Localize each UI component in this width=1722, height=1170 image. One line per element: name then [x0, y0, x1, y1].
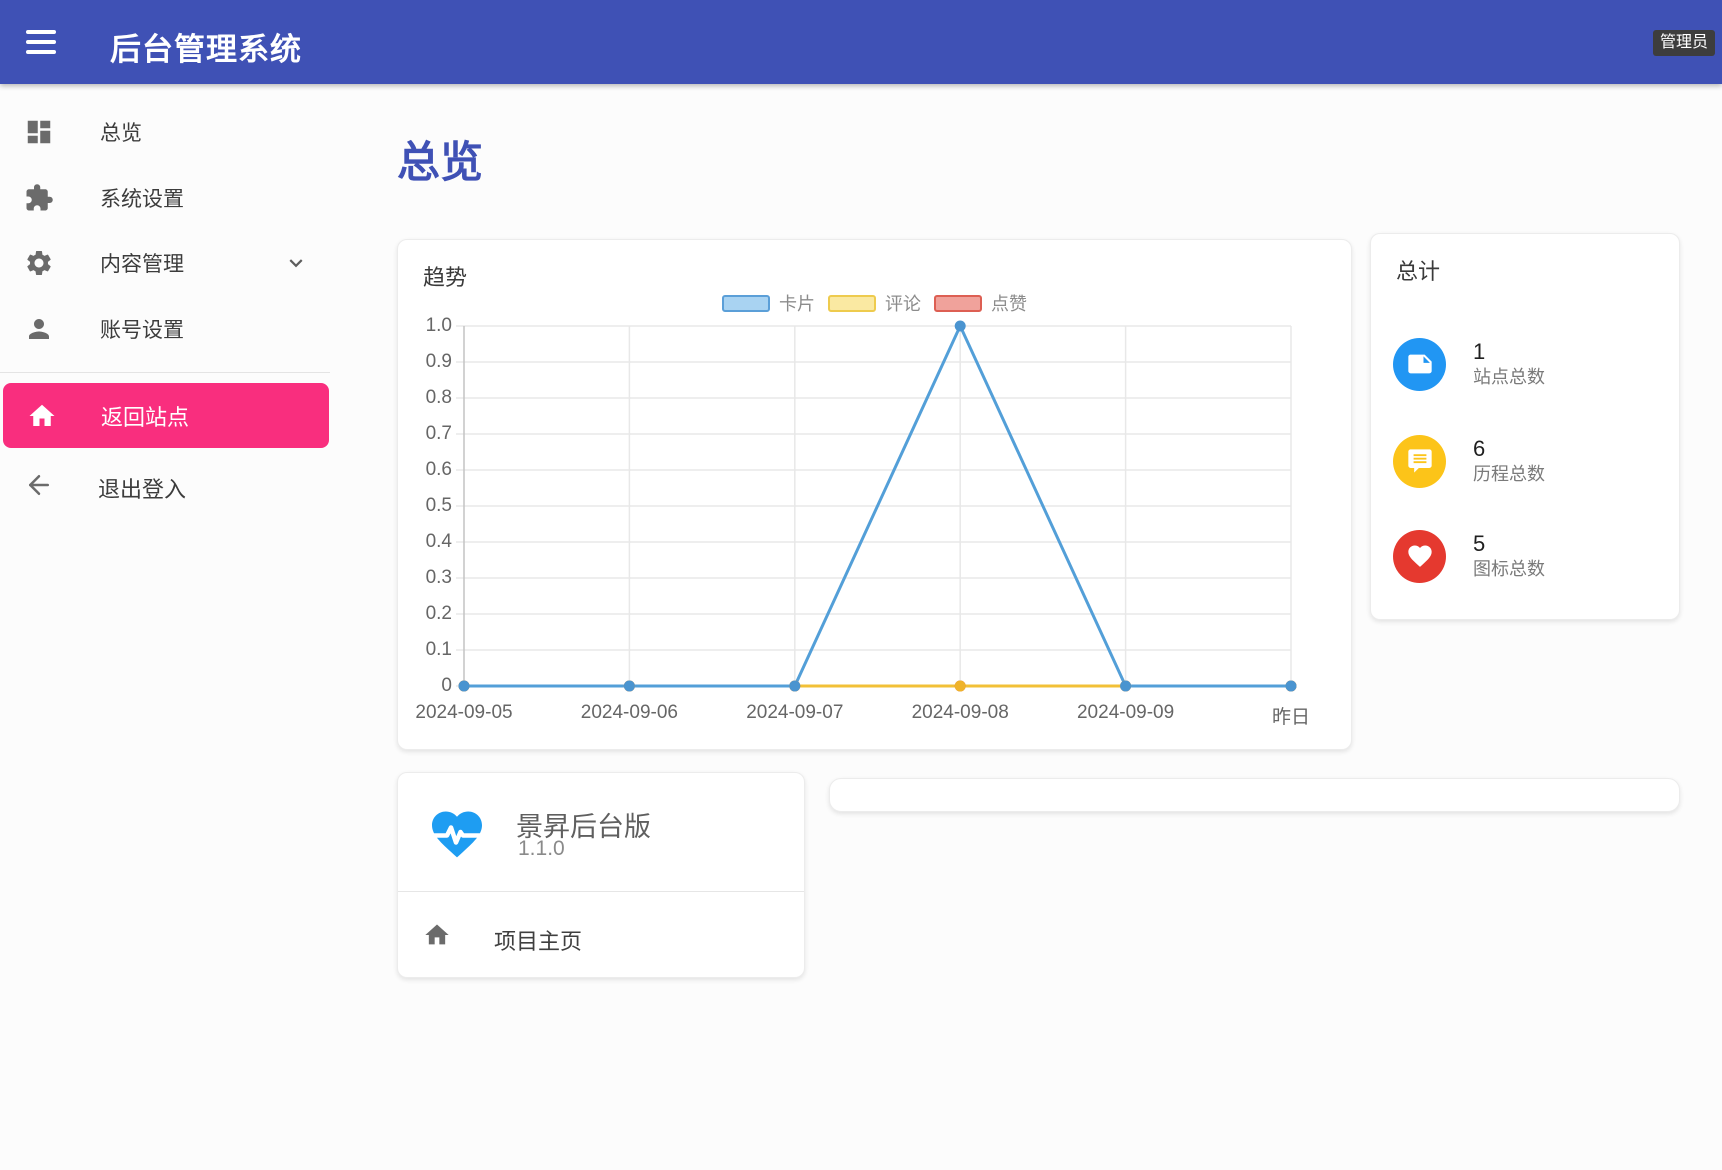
trend-card: 趋势 卡片 评论 点赞 1.0 0.9 0.8 0.7 0.6 0.5 0.4 … [397, 239, 1352, 750]
stat-label: 站点总数 [1473, 365, 1545, 389]
y-axis-tick: 0.7 [404, 423, 452, 445]
gear-icon [24, 248, 54, 278]
app-bar: 后台管理系统 管理员 [0, 0, 1722, 84]
sidebar-item-label: 内容管理 [100, 248, 184, 278]
legend-label: 卡片 [779, 290, 815, 316]
chevron-down-icon[interactable] [283, 250, 309, 276]
user-role-badge: 管理员 [1653, 30, 1715, 56]
chart-legend: 卡片 评论 点赞 [398, 290, 1351, 316]
stat-row-history: 6 历程总数 [1393, 433, 1663, 489]
stat-label: 历程总数 [1473, 462, 1545, 486]
sidebar-item-label: 系统设置 [100, 183, 184, 213]
x-axis-tick: 2024-09-05 [415, 702, 512, 724]
app-version: 1.1.0 [518, 837, 565, 861]
legend-label: 评论 [885, 290, 921, 316]
admin-dashboard: 后台管理系统 管理员 总览 系统设置 内容管理 [0, 0, 1722, 1170]
sidebar-item-label: 总览 [100, 117, 142, 147]
sidebar-item-system-settings[interactable]: 系统设置 [0, 174, 330, 222]
back-to-site-button[interactable]: 返回站点 [3, 383, 329, 448]
heart-pulse-icon [427, 804, 487, 860]
y-axis-tick: 0.9 [404, 351, 452, 373]
sidebar-item-account-settings[interactable]: 账号设置 [0, 305, 330, 353]
arrow-left-icon [24, 470, 54, 500]
legend-item-likes: 点赞 [934, 290, 1027, 316]
card-divider [398, 891, 804, 892]
totals-card: 总计 1 站点总数 6 历程总数 5 图 [1370, 233, 1680, 620]
trend-chart-plot: 1.0 0.9 0.8 0.7 0.6 0.5 0.4 0.3 0.2 0.1 … [464, 326, 1291, 686]
logout-label: 退出登入 [98, 472, 186, 504]
y-axis-tick: 0.5 [404, 495, 452, 517]
x-axis-tick: 2024-09-08 [912, 702, 1009, 724]
legend-swatch-red [934, 295, 982, 312]
app-info-card: 景昇后台版 1.1.0 项目主页 [397, 772, 805, 978]
y-axis-tick: 0.4 [404, 531, 452, 553]
logout-button[interactable]: 退出登入 [0, 461, 330, 509]
sidebar: 总览 系统设置 内容管理 账号设置 [0, 84, 330, 1170]
stat-row-sites: 1 站点总数 [1393, 336, 1663, 392]
stat-label: 图标总数 [1473, 557, 1545, 581]
comment-icon [1393, 435, 1446, 488]
project-home-label: 项目主页 [494, 924, 582, 956]
x-axis-tick: 2024-09-09 [1077, 702, 1174, 724]
dashboard-icon [24, 117, 54, 147]
y-axis-tick: 1.0 [404, 315, 452, 337]
heart-icon [1393, 530, 1446, 583]
legend-swatch-blue [722, 295, 770, 312]
y-axis-tick: 0 [404, 675, 452, 697]
y-axis-tick: 0.1 [404, 639, 452, 661]
y-axis-tick: 0.6 [404, 459, 452, 481]
x-axis-tick: 昨日 [1272, 702, 1310, 729]
project-home-link[interactable]: 项目主页 [398, 908, 804, 964]
x-axis-tick: 2024-09-07 [746, 702, 843, 724]
legend-swatch-yellow [828, 295, 876, 312]
legend-item-comments: 评论 [828, 290, 921, 316]
sidebar-item-overview[interactable]: 总览 [0, 108, 330, 156]
sidebar-item-label: 账号设置 [100, 314, 184, 344]
y-axis-tick: 0.8 [404, 387, 452, 409]
stat-value: 6 [1473, 436, 1545, 462]
puzzle-icon [24, 183, 54, 213]
back-to-site-label: 返回站点 [101, 400, 189, 432]
app-title: 后台管理系统 [110, 24, 302, 69]
stat-value: 1 [1473, 339, 1545, 365]
stat-value: 5 [1473, 531, 1545, 557]
legend-item-cards: 卡片 [722, 290, 815, 316]
menu-icon[interactable] [26, 26, 60, 58]
empty-placeholder-bar [829, 778, 1680, 812]
sidebar-item-content-management[interactable]: 内容管理 [0, 239, 330, 287]
page-title: 总览 [397, 128, 483, 190]
y-axis-tick: 0.2 [404, 603, 452, 625]
home-icon [423, 921, 451, 949]
file-icon [1393, 338, 1446, 391]
person-icon [24, 314, 54, 344]
sidebar-divider [0, 372, 330, 373]
y-axis-tick: 0.3 [404, 567, 452, 589]
legend-label: 点赞 [991, 290, 1027, 316]
trend-card-title: 趋势 [423, 260, 467, 292]
home-icon [27, 401, 57, 431]
trend-line-chart [464, 326, 1291, 686]
x-axis-tick: 2024-09-06 [581, 702, 678, 724]
stat-row-icons: 5 图标总数 [1393, 528, 1663, 584]
totals-card-title: 总计 [1396, 254, 1440, 286]
